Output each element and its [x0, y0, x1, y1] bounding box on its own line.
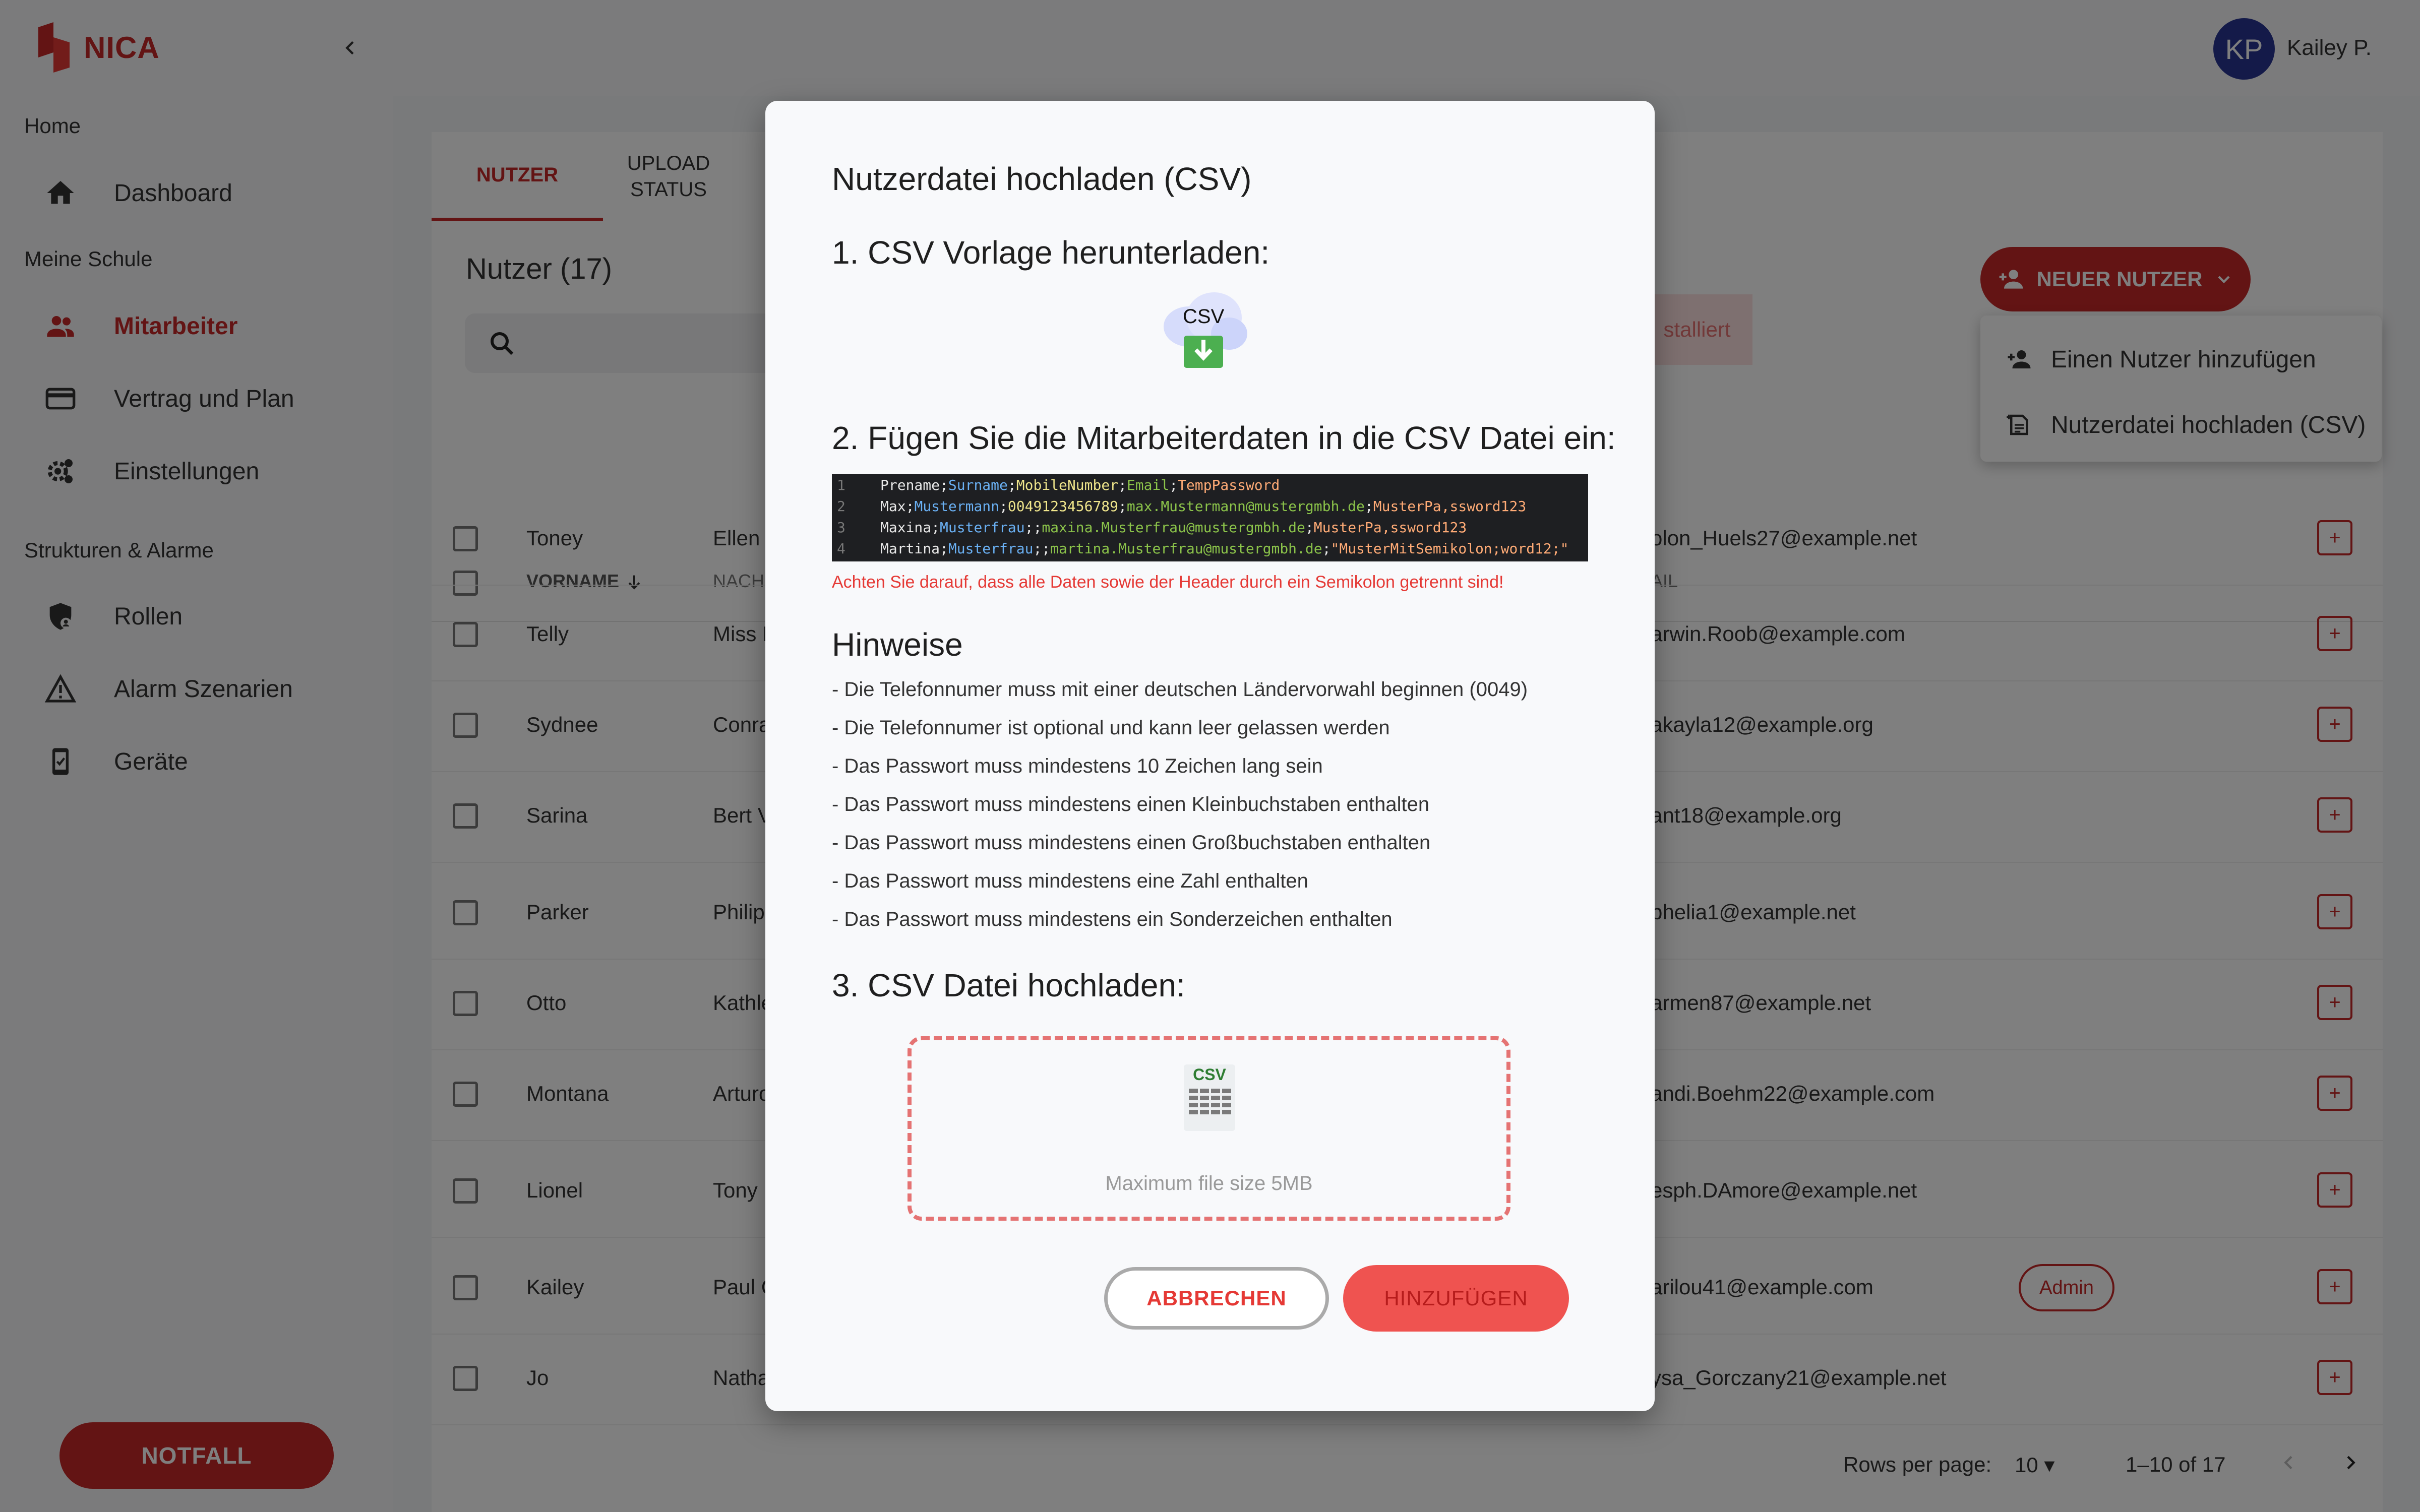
csv-icon-label: CSV: [1183, 305, 1225, 328]
hint-item: - Die Telefonnumer muss mit einer deutsc…: [832, 678, 1528, 701]
step-fill-title: 2. Fügen Sie die Mitarbeiterdaten in die…: [832, 420, 1616, 456]
app-root: NICA Home Dashboard Meine Schule Mitarbe…: [0, 0, 2420, 1512]
cancel-button[interactable]: ABBRECHEN: [1104, 1267, 1329, 1330]
submit-button[interactable]: HINZUFÜGEN: [1343, 1265, 1569, 1332]
code-line: 1 Prename; Surname; MobileNumber; Email; Temp…: [837, 477, 1280, 493]
hints-list: - Die Telefonnumer muss mit einer deutsc…: [832, 670, 1528, 938]
hint-item: - Das Passwort muss mindestens einen Kle…: [832, 793, 1430, 815]
csv-dropzone[interactable]: CSV Maximum file size 5MB: [908, 1036, 1510, 1221]
csv-file-icon: CSV: [1182, 1062, 1237, 1133]
download-template-button[interactable]: CSV: [1159, 287, 1249, 368]
max-file-size-text: Maximum file size 5MB: [1105, 1172, 1313, 1194]
hint-item: - Die Telefonnumer ist optional und kann…: [832, 717, 1390, 739]
hints-title: Hinweise: [832, 626, 963, 663]
code-line: 2 Max; Mustermann; 0049123456789; max.Muster…: [837, 498, 1527, 515]
hint-item: - Das Passwort muss mindestens ein Sonde…: [832, 908, 1393, 930]
step-download-title: 1. CSV Vorlage herunterladen:: [832, 234, 1270, 271]
csv-upload-dialog: Nutzerdatei hochladen (CSV) 1. CSV Vorla…: [765, 101, 1655, 1411]
semicolon-warning: Achten Sie darauf, dass alle Daten sowie…: [832, 573, 1504, 592]
hint-item: - Das Passwort muss mindestens eine Zahl…: [832, 870, 1308, 892]
code-line: 4 Martina; Musterfrau;; martina.Musterfrau@…: [837, 540, 1569, 557]
dialog-title: Nutzerdatei hochladen (CSV): [832, 161, 1252, 197]
code-line: 3 Maxina; Musterfrau;; maxina.Musterfrau@mu…: [837, 519, 1467, 536]
csv-example-code: 1 Prename; Surname; MobileNumber; Email; Temp…: [832, 474, 1588, 561]
csv-file-label: CSV: [1193, 1065, 1226, 1084]
step-upload-title: 3. CSV Datei hochladen:: [832, 967, 1185, 1003]
hint-item: - Das Passwort muss mindestens einen Gro…: [832, 832, 1431, 854]
hint-item: - Das Passwort muss mindestens 10 Zeiche…: [832, 755, 1323, 777]
